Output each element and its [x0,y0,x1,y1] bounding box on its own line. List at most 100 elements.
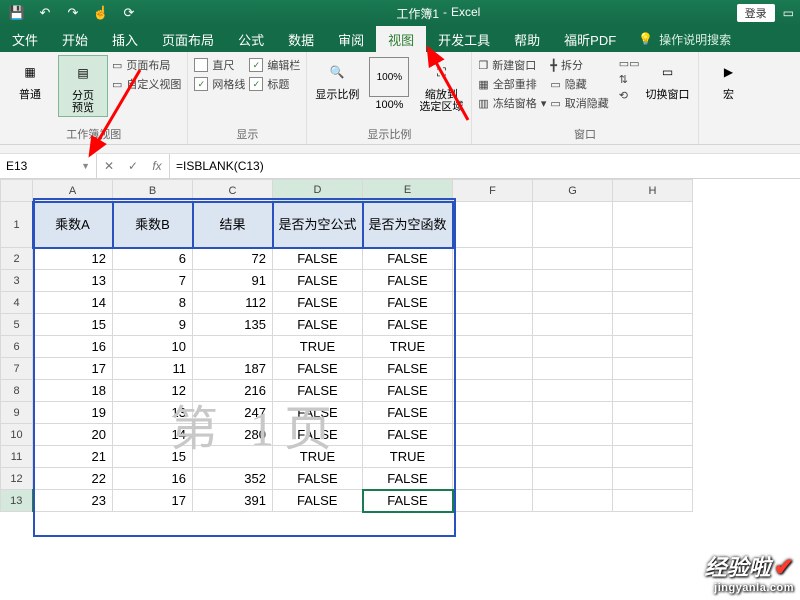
fx-icon[interactable]: fx [145,159,169,173]
cell[interactable] [533,248,613,270]
cell[interactable]: 391 [193,490,273,512]
column-header[interactable]: F [453,180,533,202]
cell[interactable] [533,270,613,292]
cell[interactable]: 187 [193,358,273,380]
cell[interactable]: FALSE [273,292,363,314]
cell[interactable]: 10 [113,336,193,358]
cell[interactable]: 18 [33,380,113,402]
cell[interactable] [533,490,613,512]
cell[interactable]: 17 [113,490,193,512]
freeze-panes-button[interactable]: ▥冻结窗格▾ [478,95,546,111]
login-button[interactable]: 登录 [737,4,775,22]
tab-foxit-pdf[interactable]: 福昕PDF [552,26,628,52]
row-header[interactable]: 7 [1,358,33,380]
cell[interactable]: TRUE [363,446,453,468]
column-header[interactable]: C [193,180,273,202]
tab-home[interactable]: 开始 [50,26,100,52]
row-header[interactable]: 5 [1,314,33,336]
cell[interactable] [533,314,613,336]
side-by-side-icon[interactable]: ▭▭ [619,57,640,70]
cell[interactable] [533,292,613,314]
tab-insert[interactable]: 插入 [100,26,150,52]
row-header[interactable]: 11 [1,446,33,468]
cell[interactable] [613,380,693,402]
cell[interactable]: 14 [33,292,113,314]
switch-windows-button[interactable]: ▭切换窗口 [644,55,692,103]
cell[interactable]: FALSE [273,468,363,490]
tab-review[interactable]: 审阅 [326,26,376,52]
row-header[interactable]: 8 [1,380,33,402]
cell[interactable]: 7 [113,270,193,292]
cell[interactable] [613,336,693,358]
cell[interactable]: 8 [113,292,193,314]
header-cell[interactable]: 结果 [193,202,273,248]
cell[interactable]: FALSE [363,314,453,336]
column-header[interactable]: B [113,180,193,202]
cell[interactable] [453,446,533,468]
tab-file[interactable]: 文件 [0,26,50,52]
column-header[interactable]: H [613,180,693,202]
hide-button[interactable]: ▭隐藏 [550,76,608,92]
row-header[interactable]: 2 [1,248,33,270]
cell[interactable] [533,402,613,424]
cell[interactable] [453,468,533,490]
refresh-icon[interactable]: ⟳ [118,2,140,24]
cell[interactable] [613,402,693,424]
cell[interactable] [453,248,533,270]
cell[interactable] [193,336,273,358]
cell[interactable] [453,314,533,336]
row-header[interactable]: 9 [1,402,33,424]
worksheet[interactable]: 第 1页 ABCDEFGH1乘数A乘数B结果是否为空公式是否为空函数212672… [0,179,800,513]
cell[interactable]: FALSE [273,314,363,336]
cell[interactable] [453,424,533,446]
cell[interactable] [453,336,533,358]
column-header[interactable]: D [273,180,363,202]
tab-data[interactable]: 数据 [276,26,326,52]
cell[interactable]: 6 [113,248,193,270]
cell[interactable]: FALSE [363,490,453,512]
cell[interactable]: 20 [33,424,113,446]
header-cell[interactable]: 乘数A [33,202,113,248]
cell[interactable]: FALSE [363,380,453,402]
tab-view[interactable]: 视图 [376,26,426,52]
column-header[interactable] [1,180,33,202]
touch-mode-icon[interactable]: ☝ [90,2,112,24]
cell[interactable]: FALSE [363,402,453,424]
row-header[interactable]: 6 [1,336,33,358]
cell[interactable]: 17 [33,358,113,380]
cell[interactable]: 12 [33,248,113,270]
cell[interactable] [453,402,533,424]
header-cell[interactable]: 乘数B [113,202,193,248]
normal-view-button[interactable]: ▦ 普通 [6,55,54,103]
new-window-button[interactable]: ❐新建窗口 [478,57,546,73]
cell[interactable] [613,248,693,270]
cell[interactable]: FALSE [363,270,453,292]
cell[interactable] [453,380,533,402]
zoom-100-button[interactable]: 100%100% [365,55,413,113]
cell[interactable]: 247 [193,402,273,424]
tell-me[interactable]: 💡 操作说明搜索 [628,26,741,52]
cell[interactable]: 16 [33,336,113,358]
formula-input[interactable]: =ISBLANK(C13) [170,154,800,178]
cell[interactable] [533,380,613,402]
cell[interactable] [533,358,613,380]
cell[interactable]: 280 [193,424,273,446]
page-break-preview-button[interactable]: ▤ 分页 预览 [58,55,108,117]
cell[interactable] [613,202,693,248]
tab-developer[interactable]: 开发工具 [426,26,502,52]
cell[interactable]: FALSE [273,270,363,292]
undo-icon[interactable]: ↶ [34,2,56,24]
tab-page-layout[interactable]: 页面布局 [150,26,226,52]
cell[interactable]: 13 [113,402,193,424]
cell[interactable] [533,424,613,446]
cell[interactable] [613,314,693,336]
cell[interactable] [613,446,693,468]
cell[interactable] [453,202,533,248]
row-header[interactable]: 3 [1,270,33,292]
cell[interactable] [453,490,533,512]
cell[interactable]: FALSE [363,358,453,380]
reset-window-icon[interactable]: ⟲ [619,89,640,102]
cell[interactable]: TRUE [363,336,453,358]
row-header[interactable]: 13 [1,490,33,512]
cell[interactable]: 12 [113,380,193,402]
